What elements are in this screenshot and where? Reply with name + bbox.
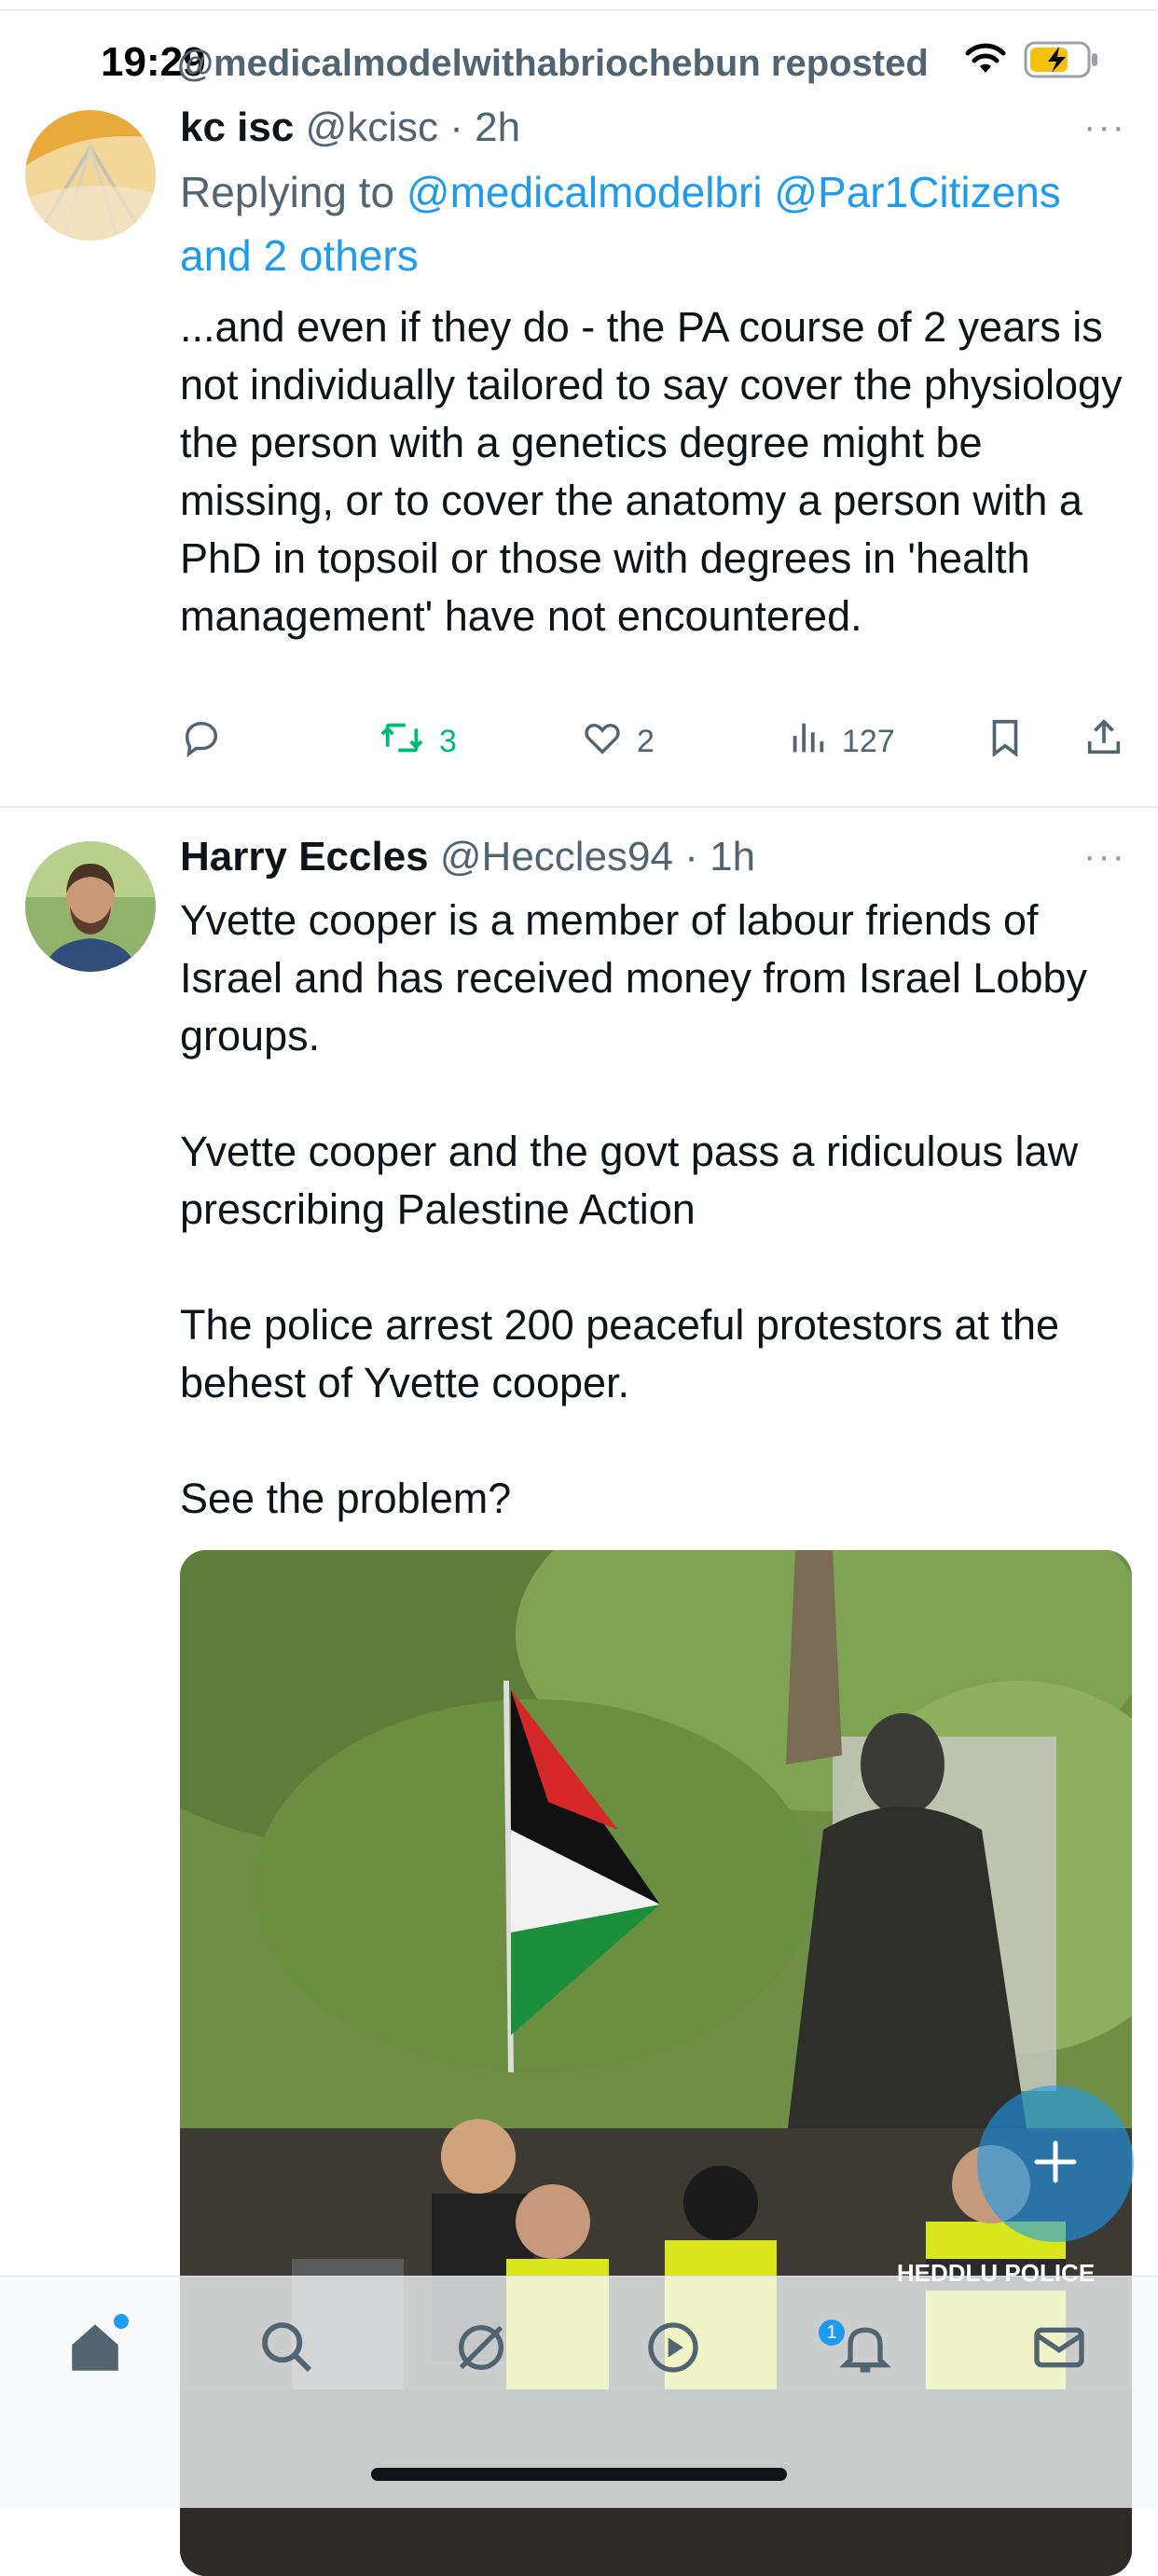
search-icon xyxy=(257,2318,317,2382)
repost-text: @medicalmodelwithabriochebun reposted xyxy=(177,43,929,84)
bookmark-icon xyxy=(984,716,1027,768)
heart-icon xyxy=(581,716,624,768)
tab-communities[interactable] xyxy=(636,2312,710,2387)
more-options-button[interactable]: ··· xyxy=(1083,836,1126,878)
share-button[interactable] xyxy=(1082,716,1125,768)
reply-button[interactable] xyxy=(180,716,236,768)
avatar[interactable] xyxy=(25,110,156,241)
like-button[interactable]: 2 xyxy=(581,716,655,768)
retweet-count: 3 xyxy=(439,724,457,759)
compose-button[interactable] xyxy=(977,2085,1134,2242)
views-count: 127 xyxy=(842,724,895,759)
author-name[interactable]: kc isc xyxy=(180,104,294,150)
notification-badge: 1 xyxy=(819,2320,845,2346)
tweet-time: · 2h xyxy=(449,104,521,150)
more-options-button[interactable]: ··· xyxy=(1083,106,1126,148)
tab-home[interactable] xyxy=(58,2312,132,2387)
views-icon xyxy=(786,716,829,768)
reply-icon xyxy=(180,716,223,768)
repost-indicator[interactable]: @medicalmodelwithabriochebun reposted xyxy=(177,43,929,85)
tweet-text: ...and even if they do - the PA course o… xyxy=(180,303,1123,640)
tweet-time: · 1h xyxy=(684,834,756,879)
reply-context: Replying to @medicalmodelbri @Par1Citize… xyxy=(180,160,1131,287)
author-line: Harry Eccles @Heccles94 · 1h xyxy=(180,834,755,880)
top-divider xyxy=(0,9,1158,11)
communities-icon xyxy=(643,2318,703,2382)
like-count: 2 xyxy=(637,724,655,759)
messages-icon xyxy=(1029,2318,1089,2382)
status-bar: 19:29 @medicalmodelwithabriochebun repos… xyxy=(0,0,1158,103)
tab-notifications[interactable]: 1 xyxy=(819,2312,903,2387)
bookmark-button[interactable] xyxy=(984,716,1027,768)
author-line: kc isc @kcisc · 2h xyxy=(180,104,520,151)
home-unread-dot xyxy=(114,2314,129,2329)
author-name[interactable]: Harry Eccles xyxy=(180,834,429,879)
battery-icon xyxy=(1024,41,1100,83)
repost-button[interactable]: 3 xyxy=(378,716,457,768)
tweet-text: Yvette cooper is a member of labour frie… xyxy=(180,896,1087,1522)
tab-messages[interactable] xyxy=(1022,2312,1096,2387)
tab-grok[interactable] xyxy=(444,2312,518,2387)
tweet-kcisc[interactable]: kc isc @kcisc · 2h ··· Replying to @medi… xyxy=(0,93,1158,802)
reply-prefix: Replying to xyxy=(180,168,395,216)
views-button[interactable]: 127 xyxy=(786,716,895,768)
author-handle[interactable]: @kcisc xyxy=(306,104,438,150)
share-icon xyxy=(1082,716,1125,768)
avatar[interactable] xyxy=(25,841,156,972)
retweet-icon xyxy=(378,716,426,768)
plus-icon xyxy=(1027,2134,1083,2195)
home-indicator xyxy=(371,2468,787,2481)
notifications-icon xyxy=(835,2318,895,2382)
tab-search[interactable] xyxy=(250,2312,324,2387)
grok-icon xyxy=(451,2318,511,2382)
tweet-divider xyxy=(0,806,1158,808)
tweet-actions: 3 2 127 xyxy=(180,716,1131,782)
wifi-icon xyxy=(962,41,1009,81)
author-handle[interactable]: @Heccles94 xyxy=(440,834,673,879)
